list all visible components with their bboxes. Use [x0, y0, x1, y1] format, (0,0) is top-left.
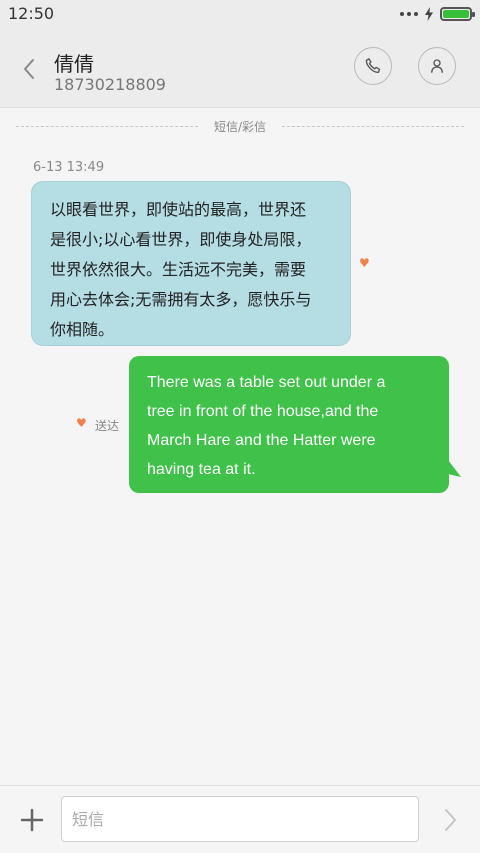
message-line: There was a table set out under a	[147, 374, 386, 391]
message-line: 你相随。	[50, 320, 115, 339]
back-button[interactable]	[14, 54, 44, 84]
signal-dots-icon	[400, 12, 418, 16]
heart-icon: ♥	[76, 416, 87, 430]
message-line: 以眼看世界，即使站的最高，世界还	[50, 200, 307, 219]
person-icon	[431, 59, 443, 73]
contact-number: 18730218809	[54, 75, 166, 94]
message-line: tree in front of the house,and the	[147, 403, 379, 420]
contact-name: 倩倩	[54, 52, 94, 76]
phone-icon	[365, 58, 381, 73]
call-button[interactable]	[354, 47, 392, 85]
battery-icon	[440, 7, 475, 21]
message-line: 是很小;以心看世界，即使身处局限，	[50, 230, 312, 249]
status-bar: 12:50	[0, 0, 480, 28]
status-icons	[400, 6, 475, 22]
message-line: 世界依然很大。生活远不完美，需要	[50, 260, 307, 279]
charging-bolt-icon	[425, 7, 433, 21]
plus-icon[interactable]	[20, 808, 44, 832]
incoming-message-bubble[interactable]: 以眼看世界，即使站的最高，世界还 是很小;以心看世界，即使身处局限， 世界依然很…	[31, 181, 351, 346]
outgoing-message-bubble[interactable]: There was a table set out under a tree i…	[129, 356, 449, 493]
heart-icon: ♥	[359, 256, 370, 270]
composer-bar	[0, 785, 480, 853]
message-line: March Hare and the Hatter were	[147, 432, 376, 449]
delivery-status: 送达	[95, 419, 120, 433]
status-time: 12:50	[8, 4, 55, 23]
chevron-left-icon	[24, 59, 34, 79]
message-type-divider: 短信/彩信	[16, 118, 464, 134]
chevron-right-icon[interactable]	[438, 806, 462, 834]
contact-details-button[interactable]	[418, 47, 456, 85]
divider-line-right	[282, 126, 464, 127]
bubble-tail	[448, 460, 461, 477]
conversation-header: 倩倩 18730218809	[0, 28, 480, 108]
message-line: 用心去体会;无需拥有太多，愿快乐与	[50, 290, 312, 309]
message-timestamp: 6-13 13:49	[33, 160, 105, 175]
message-line: having tea at it.	[147, 461, 256, 478]
battery-level	[443, 10, 469, 18]
message-input[interactable]	[61, 796, 419, 842]
